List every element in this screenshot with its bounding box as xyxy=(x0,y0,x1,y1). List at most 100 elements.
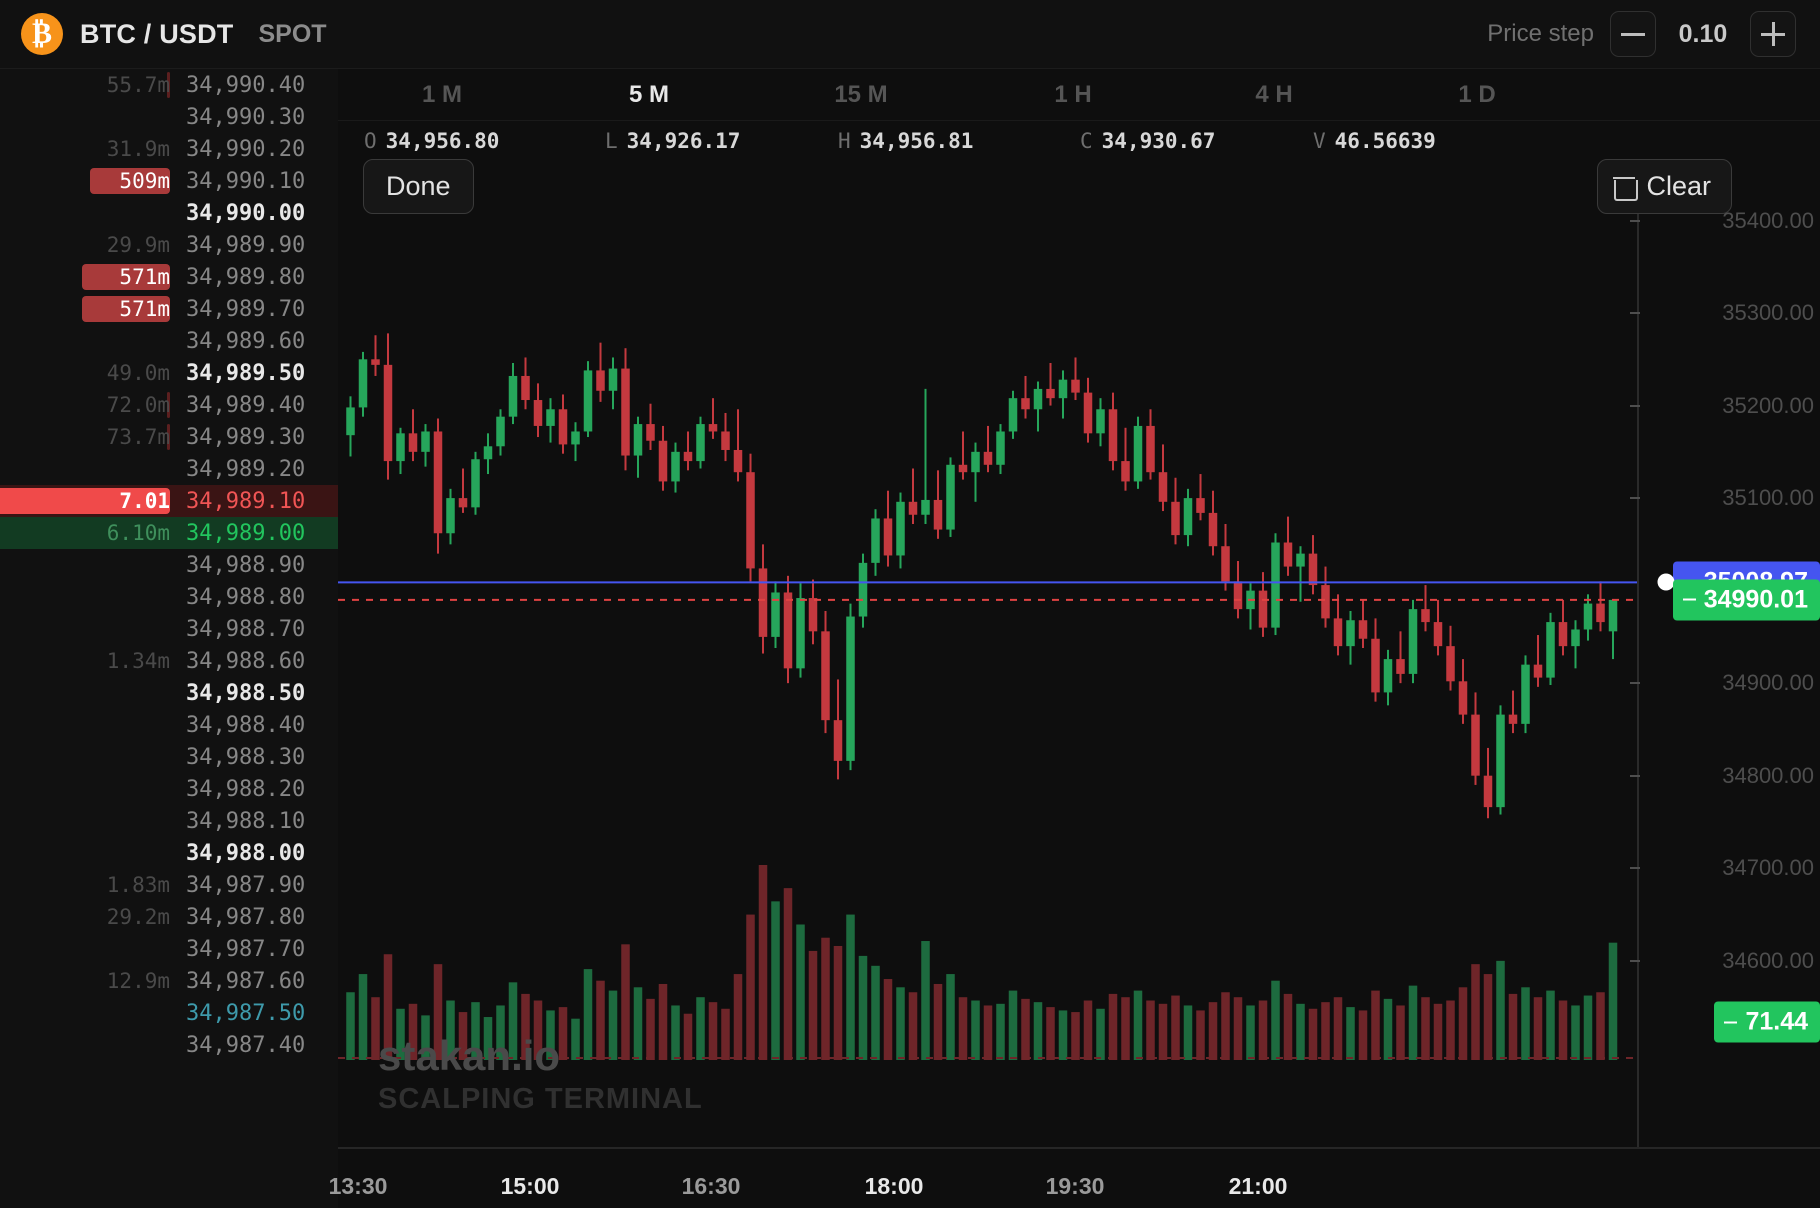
trash-icon xyxy=(1613,175,1639,201)
order-book-row[interactable]: 571m 34,989.80 xyxy=(0,261,338,293)
price-axis-tick-label: 35300.00 xyxy=(1722,300,1814,326)
time-axis-tick-label: 21:00 xyxy=(1228,1173,1288,1199)
order-price: 34,989.30 xyxy=(186,424,306,450)
order-book-row[interactable]: 34,988.90 xyxy=(0,549,338,581)
order-size: 31.9m xyxy=(106,137,170,161)
watermark-brand: stakan.io xyxy=(378,1032,561,1079)
ohlcv-l: L 34,926.17 xyxy=(605,129,740,153)
order-size: 1.83m xyxy=(106,873,170,897)
timeframe-1h[interactable]: 1 H xyxy=(1054,81,1091,109)
order-size: 12.9m xyxy=(106,969,170,993)
order-size: 509m xyxy=(119,169,170,193)
order-price: 34,989.80 xyxy=(186,264,306,290)
order-book-row[interactable]: 571m 34,989.70 xyxy=(0,293,338,325)
order-book-row[interactable]: 509m 34,990.10 xyxy=(0,165,338,197)
ohlcv-h: H 34,956.81 xyxy=(838,129,973,153)
price-axis-tick xyxy=(1630,867,1640,870)
ohlcv-key: C xyxy=(1080,129,1093,153)
candlestick-plot[interactable] xyxy=(338,165,1820,1208)
ohlcv-key: O xyxy=(364,129,377,153)
trading-pair-label[interactable]: BTC / USDT xyxy=(80,19,234,50)
order-book-row[interactable]: 73.7m 34,989.30 xyxy=(0,421,338,453)
order-price: 34,990.00 xyxy=(186,200,306,226)
order-price: 34,988.80 xyxy=(186,584,306,610)
timeframe-5m[interactable]: 5 M xyxy=(629,81,669,109)
order-price: 34,987.80 xyxy=(186,904,306,930)
price-axis-tick-label: 34800.00 xyxy=(1722,762,1814,788)
order-book-row[interactable]: 34,988.20 xyxy=(0,773,338,805)
order-book-row[interactable]: 34,990.30 xyxy=(0,101,338,133)
order-book-row[interactable]: 34,988.40 xyxy=(0,709,338,741)
ohlcv-value: 46.56639 xyxy=(1334,129,1436,153)
order-book-row[interactable]: 6.10m 34,989.00 xyxy=(0,517,338,549)
order-book-row[interactable]: 12.9m 34,987.60 xyxy=(0,965,338,997)
order-book-row[interactable]: 34,987.40 xyxy=(0,1029,338,1061)
price-step-value: 0.10 xyxy=(1678,19,1728,48)
price-tag-last[interactable]: 34990.01 xyxy=(1672,579,1820,621)
order-book-row[interactable]: 34,989.60 xyxy=(0,325,338,357)
ohlcv-value: 34,956.80 xyxy=(385,129,500,153)
timeframe-4h[interactable]: 4 H xyxy=(1255,81,1292,109)
order-price: 34,989.50 xyxy=(186,360,306,386)
order-book-row[interactable]: 7.01 34,989.10 xyxy=(0,485,338,517)
price-step-decrease-button[interactable] xyxy=(1610,11,1656,57)
order-book-row[interactable]: 1.83m 34,987.90 xyxy=(0,869,338,901)
order-price: 34,989.90 xyxy=(186,232,306,258)
order-book-row[interactable]: 34,988.10 xyxy=(0,805,338,837)
order-price: 34,988.60 xyxy=(186,648,306,674)
price-axis-tick xyxy=(1630,497,1640,500)
order-book-row[interactable]: 34,987.50 xyxy=(0,997,338,1029)
price-axis-tick xyxy=(1630,404,1640,407)
order-book-row[interactable]: 34,988.70 xyxy=(0,613,338,645)
market-type-label[interactable]: SPOT xyxy=(259,20,327,49)
price-axis-tick-label: 34600.00 xyxy=(1722,947,1814,973)
order-book-row[interactable]: 55.7m 34,990.40 xyxy=(0,69,338,101)
order-book-row[interactable]: 1.34m 34,988.60 xyxy=(0,645,338,677)
order-price: 34,989.60 xyxy=(186,328,306,354)
timeframe-15m[interactable]: 15 M xyxy=(834,81,887,109)
volume-tag[interactable]: 71.44 xyxy=(1714,1001,1820,1043)
order-price: 34,989.20 xyxy=(186,456,306,482)
timeframe-1d[interactable]: 1 D xyxy=(1458,81,1495,109)
order-book-row[interactable]: 72.0m 34,989.40 xyxy=(0,389,338,421)
order-book-row[interactable]: 34,989.20 xyxy=(0,453,338,485)
chart-panel: 1 M 5 M 15 M 1 H 4 H 1 D O 34,956.80 L 34,926.17… xyxy=(329,69,1820,1208)
order-book-row[interactable]: 34,987.70 xyxy=(0,933,338,965)
ohlcv-value: 34,956.81 xyxy=(859,129,974,153)
order-size: 571m xyxy=(119,297,170,321)
ohlcv-v: V 46.56639 xyxy=(1313,129,1436,153)
price-step-label: Price step xyxy=(1487,20,1594,47)
timeframe-1m[interactable]: 1 M xyxy=(422,81,462,109)
time-axis-tick-label: 15:00 xyxy=(500,1173,560,1199)
order-size: 55.7m xyxy=(106,73,170,97)
order-size: 571m xyxy=(119,265,170,289)
order-price: 34,988.10 xyxy=(186,808,306,834)
order-book-row[interactable]: 34,988.50 xyxy=(0,677,338,709)
order-book-row[interactable]: 34,988.00 xyxy=(0,837,338,869)
order-price: 34,989.00 xyxy=(186,520,306,546)
ohlcv-value: 34,930.67 xyxy=(1101,129,1216,153)
time-axis-tick-label: 18:00 xyxy=(864,1173,924,1199)
order-book-row[interactable]: 29.9m 34,989.90 xyxy=(0,229,338,261)
clear-button[interactable]: Clear xyxy=(1597,159,1732,214)
order-book-row[interactable]: 34,990.00 xyxy=(0,197,338,229)
order-price: 34,990.40 xyxy=(186,72,306,98)
time-axis-tick-label: 19:30 xyxy=(1045,1173,1105,1199)
done-button[interactable]: Done xyxy=(363,159,474,214)
plus-icon-vertical xyxy=(1771,22,1775,46)
order-book-row[interactable]: 31.9m 34,990.20 xyxy=(0,133,338,165)
order-price: 34,988.40 xyxy=(186,712,306,738)
order-book-row[interactable]: 29.2m 34,987.80 xyxy=(0,901,338,933)
price-axis-tick xyxy=(1630,219,1640,222)
clear-button-label: Clear xyxy=(1646,171,1711,201)
timeframe-selector[interactable]: 1 M 5 M 15 M 1 H 4 H 1 D xyxy=(338,69,1820,121)
order-price: 34,988.50 xyxy=(186,680,306,706)
order-book[interactable]: 55.7m 34,990.40 34,990.30 31.9m 34,990.20 509… xyxy=(0,69,338,1208)
order-book-row[interactable]: 34,988.80 xyxy=(0,581,338,613)
order-book-row[interactable]: 34,988.30 xyxy=(0,741,338,773)
price-step-increase-button[interactable] xyxy=(1750,11,1796,57)
ohlcv-readout: O 34,956.80 L 34,926.17 H 34,956.81 C 34,930.67… xyxy=(338,121,1820,165)
order-size: 6.10m xyxy=(106,521,170,545)
price-step-control: Price step 0.10 xyxy=(1487,11,1796,57)
order-book-row[interactable]: 49.0m 34,989.50 xyxy=(0,357,338,389)
